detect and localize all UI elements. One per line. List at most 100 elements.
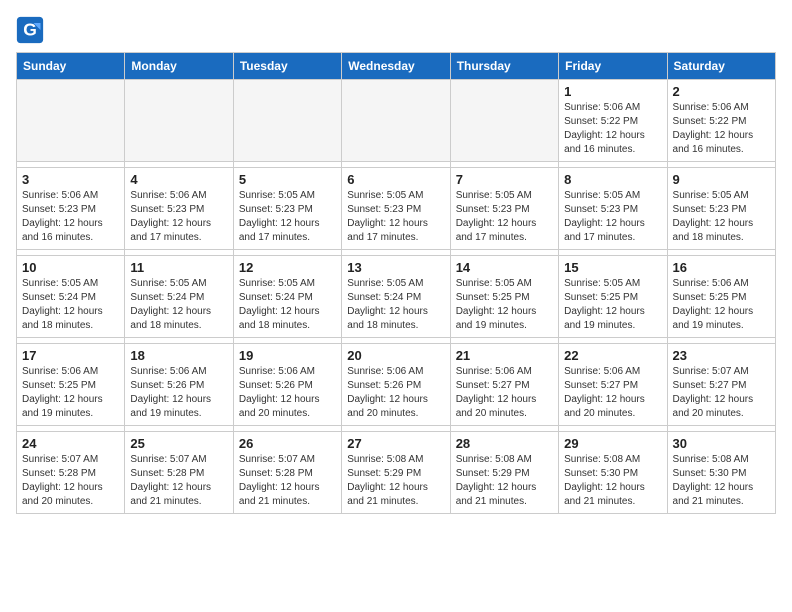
col-header-thursday: Thursday [450, 53, 558, 80]
day-number: 12 [239, 260, 336, 275]
day-info: Sunrise: 5:05 AM Sunset: 5:23 PM Dayligh… [456, 189, 553, 245]
day-info: Sunrise: 5:08 AM Sunset: 5:30 PM Dayligh… [564, 453, 661, 509]
day-info: Sunrise: 5:06 AM Sunset: 5:26 PM Dayligh… [130, 365, 227, 421]
calendar-cell: 28 Sunrise: 5:08 AM Sunset: 5:29 PM Dayli… [450, 432, 558, 514]
day-number: 28 [456, 436, 553, 451]
calendar-cell: 4Sunrise: 5:06 AM Sunset: 5:23 PM Daylig… [125, 168, 233, 250]
day-info: Sunrise: 5:07 AM Sunset: 5:28 PM Dayligh… [130, 453, 227, 509]
day-info: Sunrise: 5:05 AM Sunset: 5:23 PM Dayligh… [564, 189, 661, 245]
day-number: 5 [239, 172, 336, 187]
calendar-cell: 19Sunrise: 5:06 AM Sunset: 5:26 PM Dayli… [233, 344, 341, 426]
day-info: Sunrise: 5:06 AM Sunset: 5:23 PM Dayligh… [130, 189, 227, 245]
day-info: Sunrise: 5:05 AM Sunset: 5:25 PM Dayligh… [564, 277, 661, 333]
day-number: 1 [564, 84, 661, 99]
day-info: Sunrise: 5:05 AM Sunset: 5:24 PM Dayligh… [22, 277, 119, 333]
calendar-cell [450, 80, 558, 162]
day-info: Sunrise: 5:08 AM Sunset: 5:29 PM Dayligh… [456, 453, 553, 509]
day-number: 14 [456, 260, 553, 275]
calendar-cell: 23 Sunrise: 5:07 AM Sunset: 5:27 PM Dayli… [667, 344, 775, 426]
col-header-sunday: Sunday [17, 53, 125, 80]
calendar-cell: 15 Sunrise: 5:05 AM Sunset: 5:25 PM Dayli… [559, 256, 667, 338]
day-info: Sunrise: 5:08 AM Sunset: 5:30 PM Dayligh… [673, 453, 770, 509]
day-number: 9 [673, 172, 770, 187]
calendar-week-row: 1 Sunrise: 5:06 AM Sunset: 5:22 PM Daylig… [17, 80, 776, 162]
calendar-cell: 20 Sunrise: 5:06 AM Sunset: 5:26 PM Dayli… [342, 344, 450, 426]
day-info: Sunrise: 5:07 AM Sunset: 5:28 PM Dayligh… [22, 453, 119, 509]
calendar-week-row: 17 Sunrise: 5:06 AM Sunset: 5:25 PM Dayli… [17, 344, 776, 426]
logo: G [16, 16, 48, 44]
calendar-cell: 27 Sunrise: 5:08 AM Sunset: 5:29 PM Dayli… [342, 432, 450, 514]
calendar-cell [125, 80, 233, 162]
calendar-cell [342, 80, 450, 162]
col-header-tuesday: Tuesday [233, 53, 341, 80]
day-info: Sunrise: 5:06 AM Sunset: 5:23 PM Dayligh… [22, 189, 119, 245]
calendar-cell: 14 Sunrise: 5:05 AM Sunset: 5:25 PM Dayli… [450, 256, 558, 338]
calendar-cell [17, 80, 125, 162]
day-number: 29 [564, 436, 661, 451]
col-header-saturday: Saturday [667, 53, 775, 80]
day-info: Sunrise: 5:06 AM Sunset: 5:26 PM Dayligh… [347, 365, 444, 421]
day-info: Sunrise: 5:05 AM Sunset: 5:24 PM Dayligh… [239, 277, 336, 333]
calendar-cell: 25 Sunrise: 5:07 AM Sunset: 5:28 PM Dayli… [125, 432, 233, 514]
day-number: 30 [673, 436, 770, 451]
calendar-cell: 11Sunrise: 5:05 AM Sunset: 5:24 PM Dayli… [125, 256, 233, 338]
day-info: Sunrise: 5:07 AM Sunset: 5:28 PM Dayligh… [239, 453, 336, 509]
calendar-cell: 24 Sunrise: 5:07 AM Sunset: 5:28 PM Dayli… [17, 432, 125, 514]
day-info: Sunrise: 5:07 AM Sunset: 5:27 PM Dayligh… [673, 365, 770, 421]
day-number: 25 [130, 436, 227, 451]
page-header: G [16, 16, 776, 44]
calendar-week-row: 24 Sunrise: 5:07 AM Sunset: 5:28 PM Dayli… [17, 432, 776, 514]
day-number: 10 [22, 260, 119, 275]
calendar-cell: 17 Sunrise: 5:06 AM Sunset: 5:25 PM Dayli… [17, 344, 125, 426]
day-number: 18 [130, 348, 227, 363]
day-number: 13 [347, 260, 444, 275]
day-number: 2 [673, 84, 770, 99]
day-number: 23 [673, 348, 770, 363]
day-info: Sunrise: 5:05 AM Sunset: 5:25 PM Dayligh… [456, 277, 553, 333]
day-number: 7 [456, 172, 553, 187]
day-number: 15 [564, 260, 661, 275]
calendar-cell: 12 Sunrise: 5:05 AM Sunset: 5:24 PM Dayli… [233, 256, 341, 338]
day-info: Sunrise: 5:06 AM Sunset: 5:26 PM Dayligh… [239, 365, 336, 421]
day-info: Sunrise: 5:06 AM Sunset: 5:22 PM Dayligh… [673, 101, 770, 157]
day-info: Sunrise: 5:05 AM Sunset: 5:23 PM Dayligh… [673, 189, 770, 245]
calendar-cell: 22 Sunrise: 5:06 AM Sunset: 5:27 PM Dayli… [559, 344, 667, 426]
day-number: 17 [22, 348, 119, 363]
day-info: Sunrise: 5:05 AM Sunset: 5:23 PM Dayligh… [239, 189, 336, 245]
calendar-cell: 10 Sunrise: 5:05 AM Sunset: 5:24 PM Dayli… [17, 256, 125, 338]
calendar-cell: 21Sunrise: 5:06 AM Sunset: 5:27 PM Dayli… [450, 344, 558, 426]
day-info: Sunrise: 5:06 AM Sunset: 5:25 PM Dayligh… [22, 365, 119, 421]
calendar-cell: 26 Sunrise: 5:07 AM Sunset: 5:28 PM Dayli… [233, 432, 341, 514]
day-number: 24 [22, 436, 119, 451]
day-info: Sunrise: 5:06 AM Sunset: 5:27 PM Dayligh… [564, 365, 661, 421]
day-number: 26 [239, 436, 336, 451]
day-number: 20 [347, 348, 444, 363]
logo-icon: G [16, 16, 44, 44]
day-number: 3 [22, 172, 119, 187]
day-info: Sunrise: 5:08 AM Sunset: 5:29 PM Dayligh… [347, 453, 444, 509]
calendar-cell: 13 Sunrise: 5:05 AM Sunset: 5:24 PM Dayli… [342, 256, 450, 338]
day-info: Sunrise: 5:05 AM Sunset: 5:24 PM Dayligh… [347, 277, 444, 333]
calendar-cell: 5 Sunrise: 5:05 AM Sunset: 5:23 PM Daylig… [233, 168, 341, 250]
day-number: 27 [347, 436, 444, 451]
day-number: 21 [456, 348, 553, 363]
calendar-cell: 9 Sunrise: 5:05 AM Sunset: 5:23 PM Daylig… [667, 168, 775, 250]
calendar-cell: 1 Sunrise: 5:06 AM Sunset: 5:22 PM Daylig… [559, 80, 667, 162]
day-number: 8 [564, 172, 661, 187]
calendar-cell [233, 80, 341, 162]
day-number: 6 [347, 172, 444, 187]
calendar-week-row: 3 Sunrise: 5:06 AM Sunset: 5:23 PM Daylig… [17, 168, 776, 250]
calendar: SundayMondayTuesdayWednesdayThursdayFrid… [16, 52, 776, 514]
day-number: 16 [673, 260, 770, 275]
day-number: 22 [564, 348, 661, 363]
calendar-cell: 30 Sunrise: 5:08 AM Sunset: 5:30 PM Dayli… [667, 432, 775, 514]
calendar-cell: 2 Sunrise: 5:06 AM Sunset: 5:22 PM Daylig… [667, 80, 775, 162]
col-header-monday: Monday [125, 53, 233, 80]
calendar-cell: 8 Sunrise: 5:05 AM Sunset: 5:23 PM Daylig… [559, 168, 667, 250]
calendar-week-row: 10 Sunrise: 5:05 AM Sunset: 5:24 PM Dayli… [17, 256, 776, 338]
calendar-header-row: SundayMondayTuesdayWednesdayThursdayFrid… [17, 53, 776, 80]
calendar-cell: 16Sunrise: 5:06 AM Sunset: 5:25 PM Dayli… [667, 256, 775, 338]
svg-text:G: G [23, 19, 37, 39]
day-info: Sunrise: 5:06 AM Sunset: 5:22 PM Dayligh… [564, 101, 661, 157]
col-header-wednesday: Wednesday [342, 53, 450, 80]
